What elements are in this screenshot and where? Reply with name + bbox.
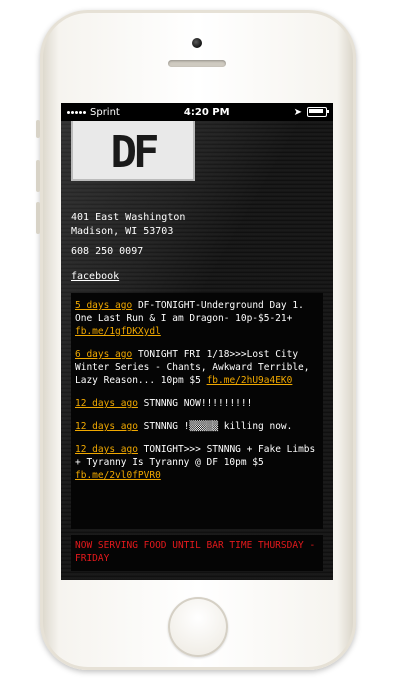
volume-up-button (36, 160, 40, 192)
facebook-link[interactable]: facebook (71, 271, 119, 282)
post-text: STNNNG NOW!!!!!!!!! (143, 398, 253, 409)
phone-number[interactable]: 608 250 0097 (71, 246, 143, 257)
phone-screen: Sprint 4:20 PM ➤ DF 401 East Washington … (61, 103, 333, 580)
address: 401 East Washington Madison, WI 53703 (71, 211, 185, 239)
facebook-feed: 5 days ago DF-TONIGHT-Underground Day 1.… (71, 293, 323, 529)
feed-post: 12 days ago TONIGHT>>> STNNNG + Fake Lim… (75, 443, 319, 482)
mute-switch (36, 120, 40, 138)
post-time-link[interactable]: 12 days ago (75, 398, 138, 409)
carrier-label: Sprint (90, 106, 120, 118)
post-link[interactable]: fb.me/2hU9a4EK0 (207, 375, 293, 386)
volume-down-button (36, 202, 40, 234)
feed-post: 12 days ago STNNNG NOW!!!!!!!!! (75, 397, 319, 410)
signal-indicator: Sprint (67, 107, 120, 118)
df-logo: DF (71, 121, 195, 181)
address-line1: 401 East Washington (71, 212, 186, 223)
speaker-grille (168, 60, 226, 67)
post-time-link[interactable]: 5 days ago (75, 300, 132, 311)
status-bar: Sprint 4:20 PM ➤ (61, 103, 333, 121)
feed-post: 6 days ago TONIGHT FRI 1/18>>>Lost City … (75, 348, 319, 387)
post-link[interactable]: fb.me/2vl0fPVR0 (75, 470, 161, 481)
signal-icon (67, 110, 86, 114)
location-icon: ➤ (293, 106, 302, 118)
battery-icon (307, 107, 329, 117)
page-content: DF 401 East Washington Madison, WI 53703… (61, 121, 333, 580)
feed-post: 5 days ago DF-TONIGHT-Underground Day 1.… (75, 299, 319, 338)
food-notice: NOW SERVING FOOD UNTIL BAR TIME THURSDAY… (71, 535, 323, 571)
post-time-link[interactable]: 6 days ago (75, 349, 132, 360)
status-right: ➤ (293, 106, 329, 118)
camera-icon (192, 38, 202, 48)
feed-post: 12 days ago STNNNG !▒▒▒▒▒ killing now. (75, 420, 319, 433)
post-time-link[interactable]: 12 days ago (75, 421, 138, 432)
address-line2: Madison, WI 53703 (71, 226, 174, 237)
post-time-link[interactable]: 12 days ago (75, 444, 138, 455)
post-text: STNNNG !▒▒▒▒▒ killing now. (143, 421, 293, 432)
status-time: 4:20 PM (183, 106, 230, 118)
home-button-icon[interactable] (168, 597, 228, 657)
post-link[interactable]: fb.me/1gfDKXydl (75, 326, 161, 337)
logo-text: DF (110, 127, 160, 178)
